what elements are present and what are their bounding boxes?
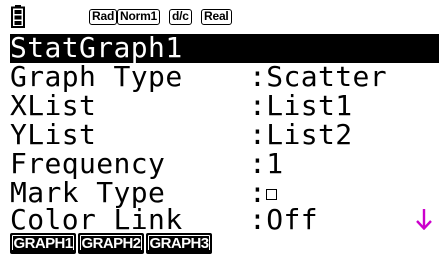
f1-label: GRAPH1 (12, 235, 74, 252)
display-mode-badge: Norm1 (117, 9, 161, 25)
menu-item-color-link[interactable]: Color Link :Off (10, 203, 439, 236)
fraction-mode-badge: d/c (169, 9, 192, 25)
menu-item-label: Frequency (10, 147, 166, 180)
status-bar: Rad Norm1 d/c Real (0, 0, 448, 34)
f3-label: GRAPH3 (148, 235, 210, 252)
menu-item-label: YList (10, 118, 97, 151)
f2-graph2-button[interactable]: GRAPH2 (78, 233, 144, 254)
menu-item-value: :1 (249, 147, 284, 180)
menu-item-xlist[interactable]: XList :List1 (10, 89, 439, 122)
menu-title-label: StatGraph1 (10, 31, 183, 64)
menu-item-label: Color Link (10, 203, 183, 236)
menu-item-value: :Scatter (249, 60, 388, 93)
menu-item-frequency[interactable]: Frequency :1 (10, 147, 439, 180)
function-key-bar: GRAPH1 GRAPH2 GRAPH3 (10, 233, 440, 257)
angle-mode-badge: Rad (89, 9, 118, 25)
menu-item-label: Graph Type (10, 60, 183, 93)
menu-item-label: XList (10, 89, 97, 122)
complex-mode-badge: Real (201, 9, 232, 25)
menu-item-graph-type[interactable]: Graph Type :Scatter (10, 60, 439, 93)
menu-item-ylist[interactable]: YList :List2 (10, 118, 439, 151)
menu-title-statgraph1[interactable]: StatGraph1 (10, 31, 439, 64)
calculator-screen: Rad Norm1 d/c Real StatGraph1 Graph Type… (0, 0, 448, 262)
arrow-down-icon (416, 209, 432, 230)
battery-icon (11, 5, 25, 28)
menu-item-value: :List1 (249, 89, 353, 122)
menu-item-value: :List2 (249, 118, 353, 151)
menu-item-value: :Off (249, 203, 319, 236)
f2-label: GRAPH2 (80, 235, 142, 252)
square-mark-icon (266, 189, 277, 200)
f1-graph1-button[interactable]: GRAPH1 (10, 233, 76, 254)
f3-graph3-button[interactable]: GRAPH3 (146, 233, 212, 254)
